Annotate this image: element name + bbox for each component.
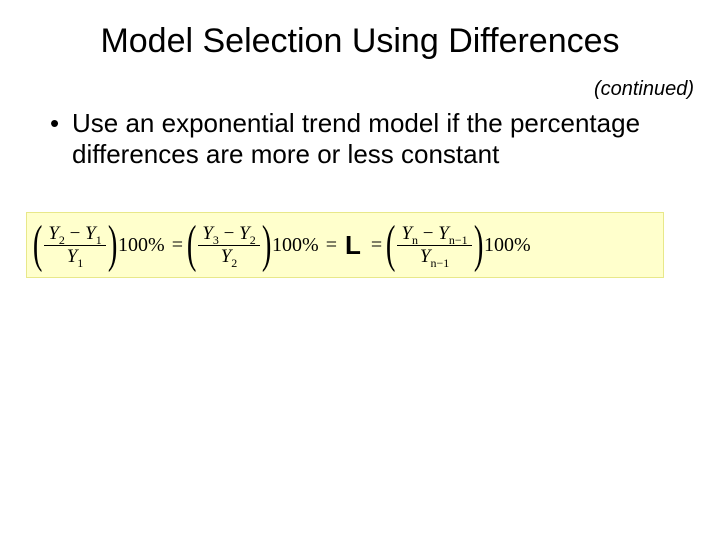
fraction-2: Y3 − Y2 Y2 — [198, 224, 259, 267]
fraction-n: Yn − Yn−1 Yn−1 — [397, 224, 471, 267]
fraction-1: Y2 − Y1 Y1 — [44, 224, 105, 267]
fraction-n-numerator: Yn − Yn−1 — [397, 224, 471, 244]
ellipsis: L — [345, 230, 361, 261]
left-paren-icon: ( — [33, 219, 43, 271]
slide: Model Selection Using Differences (conti… — [0, 0, 720, 540]
left-paren-icon: ( — [187, 219, 197, 271]
continued-label: (continued) — [594, 78, 694, 101]
fraction-2-denominator: Y2 — [217, 247, 242, 267]
percent-2: 100% — [272, 234, 319, 257]
right-paren-icon: ) — [108, 219, 118, 271]
bullet-item: • Use an exponential trend model if the … — [50, 108, 670, 169]
fraction-1-denominator: Y1 — [63, 247, 88, 267]
slide-title: Model Selection Using Differences — [0, 22, 720, 61]
left-paren-icon: ( — [386, 219, 396, 271]
right-paren-icon: ) — [474, 219, 484, 271]
bullet-text: Use an exponential trend model if the pe… — [72, 108, 670, 169]
fraction-n-denominator: Yn−1 — [416, 247, 453, 267]
fraction-2-numerator: Y3 − Y2 — [198, 224, 259, 244]
percent-n: 100% — [484, 234, 531, 257]
fraction-1-numerator: Y2 − Y1 — [44, 224, 105, 244]
percent-1: 100% — [118, 234, 165, 257]
bullet-block: • Use an exponential trend model if the … — [50, 108, 670, 169]
formula: ( Y2 − Y1 Y1 ) 100% = ( Y3 − Y2 Y2 ) 100… — [26, 212, 664, 278]
right-paren-icon: ) — [262, 219, 272, 271]
equals-3: = — [371, 234, 382, 257]
equals-1: = — [172, 234, 183, 257]
bullet-dot-icon: • — [50, 108, 72, 139]
fraction-bar-icon — [397, 245, 471, 246]
equals-2: = — [326, 234, 337, 257]
